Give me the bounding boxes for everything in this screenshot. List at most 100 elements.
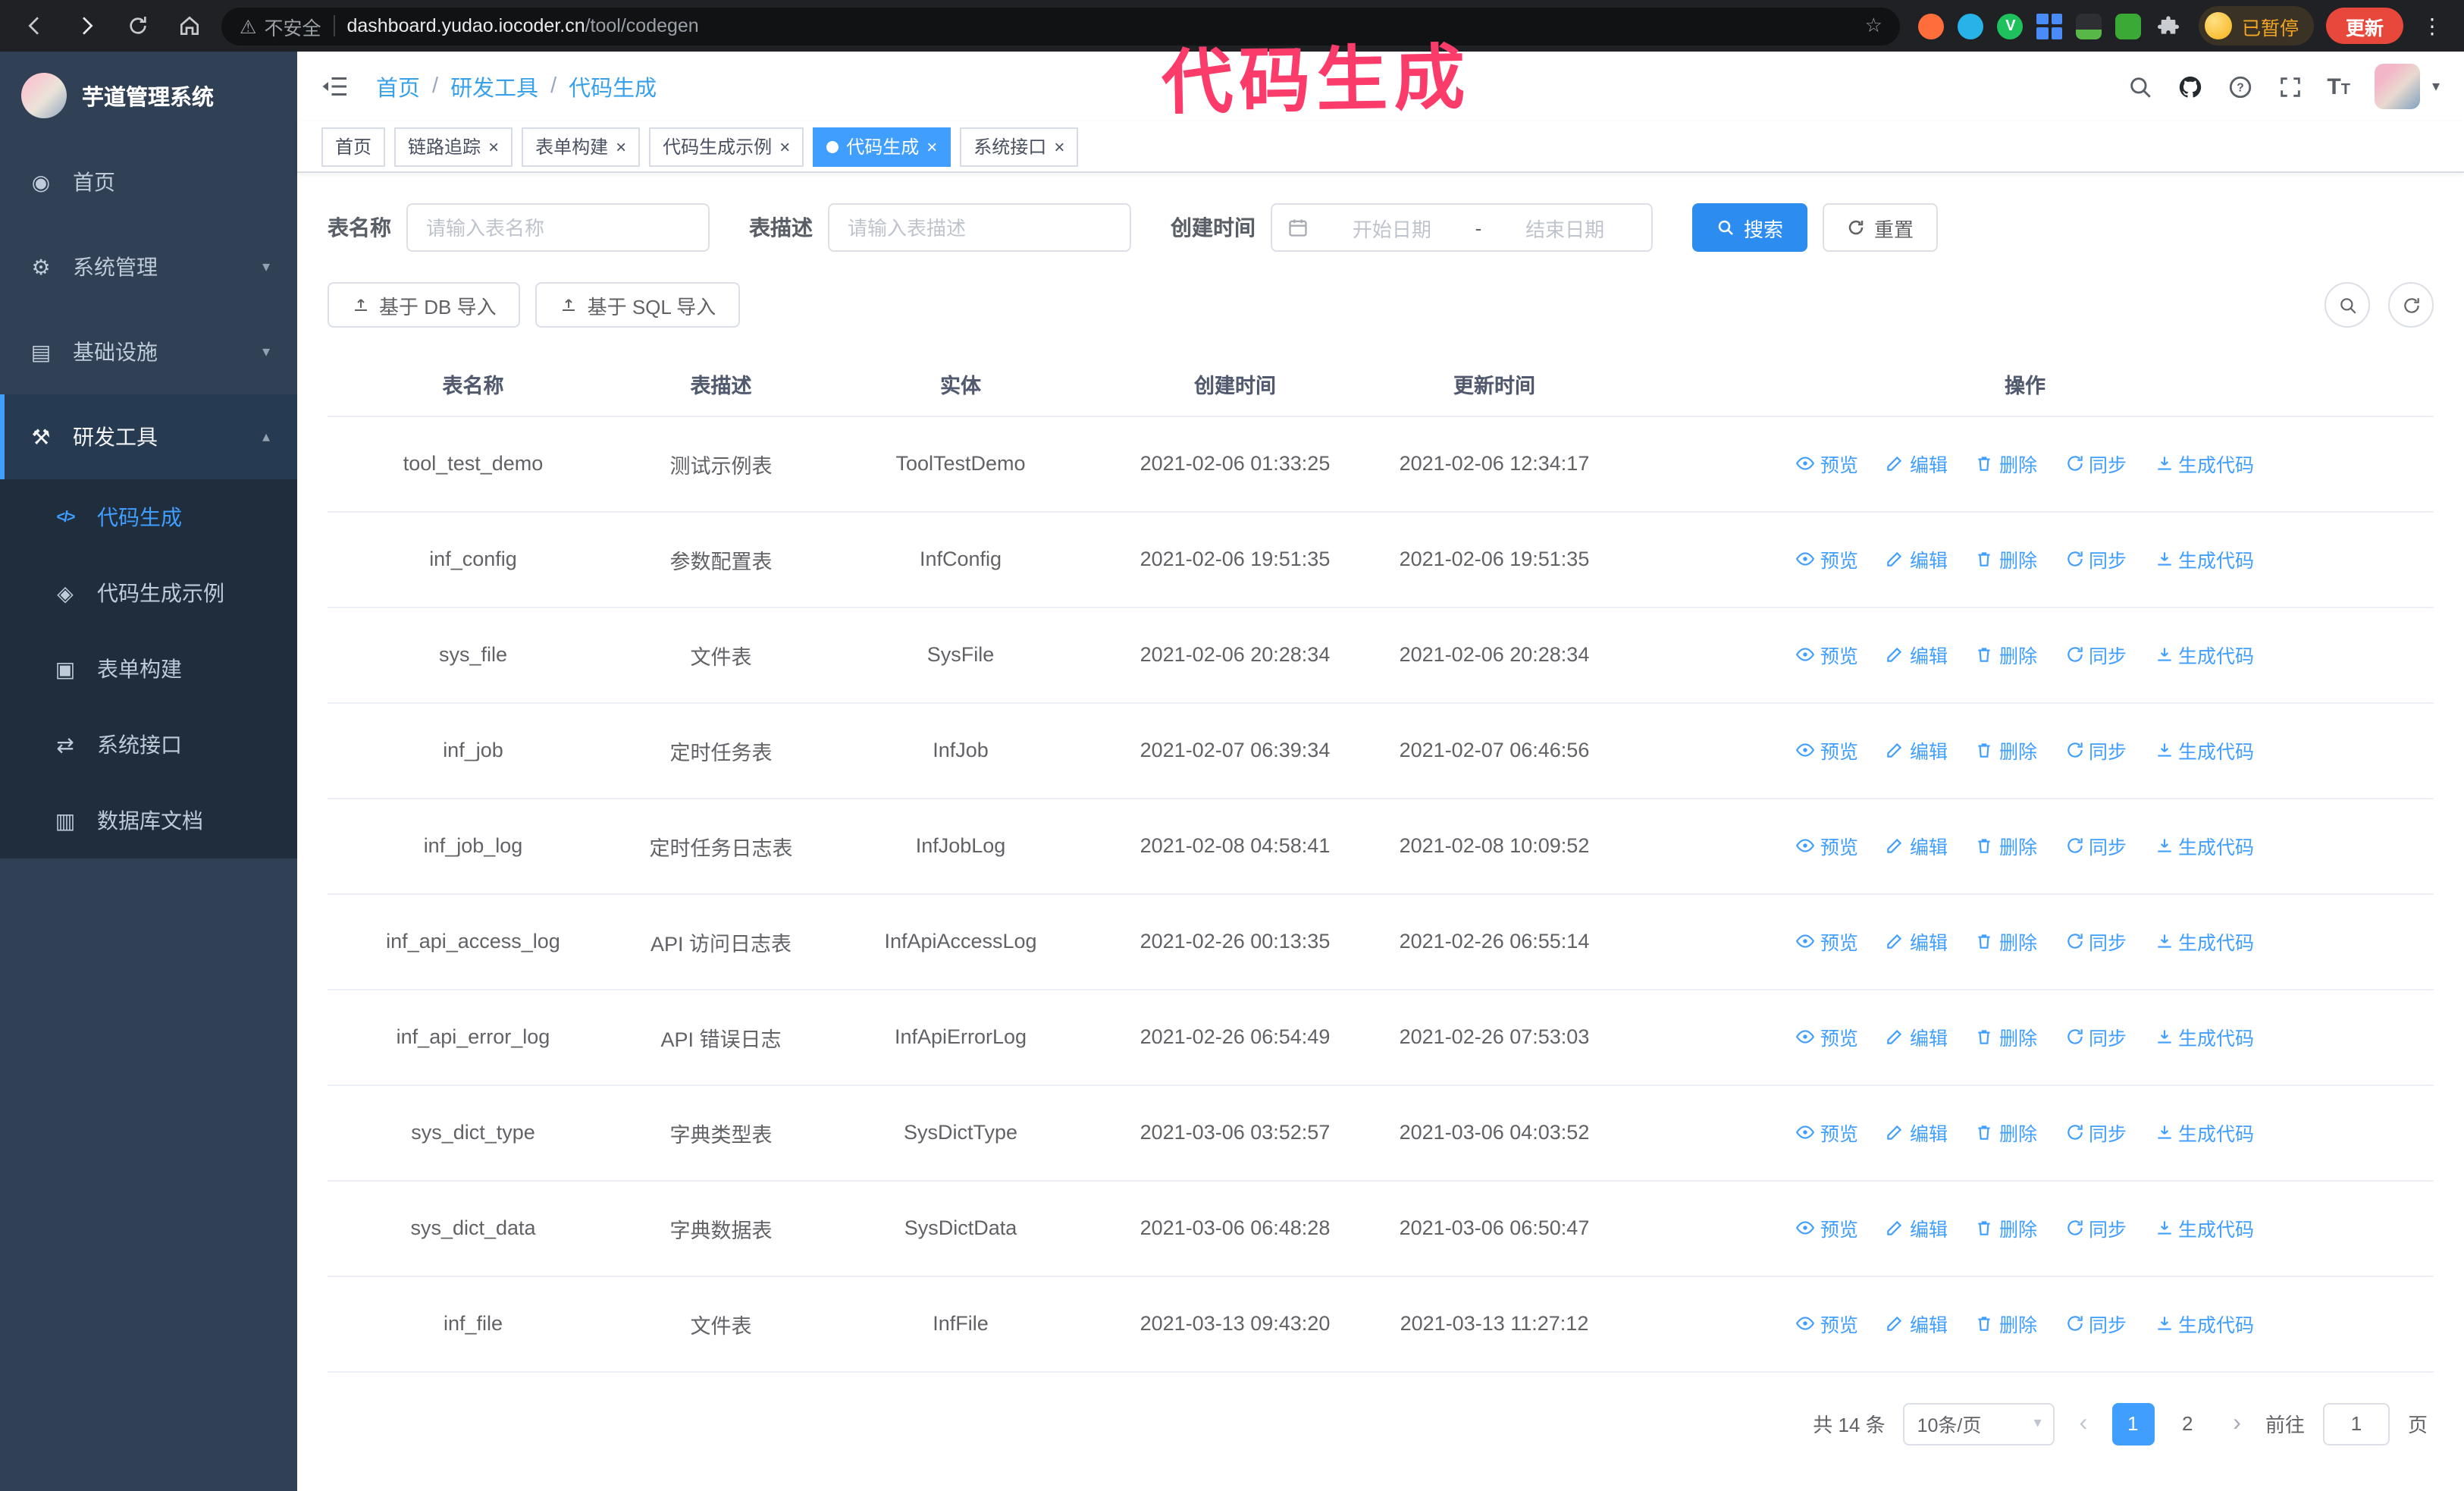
sidebar-item-infra[interactable]: ▤ 基础设施 ▾ [0,309,297,394]
browser-reload-icon[interactable] [118,6,158,46]
date-range-picker[interactable]: 开始日期 - 结束日期 [1271,203,1653,252]
orange-extension-icon[interactable] [1918,13,1945,39]
row-action-edit[interactable]: 编辑 [1886,1309,1948,1338]
row-action-generate[interactable]: 生成代码 [2154,1022,2254,1051]
help-icon[interactable]: ? [2227,74,2252,99]
row-action-generate[interactable]: 生成代码 [2154,736,2254,764]
sidebar-item-codegen[interactable]: </> 代码生成 [0,479,297,555]
sidebar-item-codegen-example[interactable]: ◈ 代码生成示例 [0,555,297,631]
refresh-table-button[interactable] [2388,282,2434,328]
row-action-preview[interactable]: 预览 [1796,1022,1858,1051]
close-tab-icon[interactable]: × [926,137,937,155]
search-icon[interactable] [2127,74,2152,99]
row-action-generate[interactable]: 生成代码 [2154,927,2254,956]
row-action-edit[interactable]: 编辑 [1886,831,1948,860]
browser-menu-icon[interactable]: ⋮ [2415,13,2449,39]
row-action-edit[interactable]: 编辑 [1886,927,1948,956]
row-action-preview[interactable]: 预览 [1796,831,1858,860]
date-start-placeholder[interactable]: 开始日期 [1321,213,1463,242]
browser-back-icon[interactable] [15,6,55,46]
blue-extension-icon[interactable] [1958,13,1984,39]
download-manager-extension-icon[interactable] [2076,13,2102,39]
row-action-generate[interactable]: 生成代码 [2154,1118,2254,1147]
close-tab-icon[interactable]: × [616,137,626,155]
import-sql-button[interactable]: 基于 SQL 导入 [535,282,741,328]
tab-form-builder[interactable]: 表单构建 × [522,127,641,166]
close-tab-icon[interactable]: × [1054,137,1064,155]
search-button[interactable]: 搜索 [1692,203,1808,252]
row-action-delete[interactable]: 删除 [1975,1309,2037,1338]
row-action-edit[interactable]: 编辑 [1886,545,1948,573]
row-action-preview[interactable]: 预览 [1796,545,1858,573]
page-button-1[interactable]: 1 [2111,1402,2155,1445]
row-action-sync[interactable]: 同步 [2064,1118,2127,1147]
next-page-button[interactable]: › [2227,1410,2247,1437]
security-warning[interactable]: ⚠ 不安全 [240,11,321,40]
row-action-edit[interactable]: 编辑 [1886,449,1948,478]
row-action-generate[interactable]: 生成代码 [2154,449,2254,478]
avatar[interactable] [2374,64,2420,109]
sidebar-item-devtools[interactable]: ⚒ 研发工具 ▴ [0,394,297,479]
row-action-generate[interactable]: 生成代码 [2154,545,2254,573]
import-db-button[interactable]: 基于 DB 导入 [328,282,521,328]
row-action-generate[interactable]: 生成代码 [2154,1309,2254,1338]
row-action-sync[interactable]: 同步 [2064,1213,2127,1242]
row-action-edit[interactable]: 编辑 [1886,1118,1948,1147]
row-action-preview[interactable]: 预览 [1796,736,1858,764]
fullscreen-icon[interactable] [2277,74,2303,99]
reset-button[interactable]: 重置 [1823,203,1939,252]
browser-forward-icon[interactable] [67,6,106,46]
row-action-delete[interactable]: 删除 [1975,449,2037,478]
font-size-icon[interactable]: TT [2327,74,2350,99]
sidebar-item-home[interactable]: ◉ 首页 [0,140,297,224]
row-action-sync[interactable]: 同步 [2064,927,2127,956]
github-icon[interactable] [2177,74,2202,99]
page-size-select[interactable]: 10条/页 ▾ [1903,1402,2055,1445]
table-name-input[interactable] [406,203,710,252]
row-action-preview[interactable]: 预览 [1796,1309,1858,1338]
row-action-sync[interactable]: 同步 [2064,736,2127,764]
page-button-2[interactable]: 2 [2166,1402,2209,1445]
row-action-sync[interactable]: 同步 [2064,449,2127,478]
tab-tracer[interactable]: 链路追踪 × [394,127,513,166]
row-action-preview[interactable]: 预览 [1796,927,1858,956]
sidebar-item-form-builder[interactable]: ▣ 表单构建 [0,631,297,707]
sidebar-item-db-doc[interactable]: ▥ 数据库文档 [0,783,297,859]
row-action-delete[interactable]: 删除 [1975,545,2037,573]
browser-home-icon[interactable] [170,6,209,46]
table-desc-input[interactable] [828,203,1131,252]
close-tab-icon[interactable]: × [488,137,499,155]
row-action-delete[interactable]: 删除 [1975,1118,2037,1147]
row-action-delete[interactable]: 删除 [1975,1022,2037,1051]
logo-bar[interactable]: 芋道管理系统 [0,52,297,140]
tab-home[interactable]: 首页 [321,127,386,166]
row-action-preview[interactable]: 预览 [1796,1118,1858,1147]
tab-system-api[interactable]: 系统接口 × [960,127,1079,166]
row-action-sync[interactable]: 同步 [2064,831,2127,860]
row-action-edit[interactable]: 编辑 [1886,1213,1948,1242]
row-action-delete[interactable]: 删除 [1975,831,2037,860]
profile-paused-chip[interactable]: 已暂停 [2199,6,2314,46]
row-action-edit[interactable]: 编辑 [1886,1022,1948,1051]
green-extension-icon[interactable] [2115,13,2142,39]
puzzle-icon[interactable] [2155,13,2181,39]
close-tab-icon[interactable]: × [779,137,790,155]
grid-extension-icon[interactable] [2036,13,2063,39]
hide-search-button[interactable] [2324,282,2370,328]
row-action-sync[interactable]: 同步 [2064,640,2127,669]
row-action-sync[interactable]: 同步 [2064,1022,2127,1051]
row-action-edit[interactable]: 编辑 [1886,736,1948,764]
row-action-generate[interactable]: 生成代码 [2154,640,2254,669]
chevron-down-icon[interactable]: ▾ [2432,78,2440,95]
row-action-sync[interactable]: 同步 [2064,545,2127,573]
breadcrumb-home[interactable]: 首页 [376,71,420,102]
row-action-generate[interactable]: 生成代码 [2154,831,2254,860]
green-check-extension-icon[interactable]: V [1997,13,2024,39]
tab-codegen[interactable]: 代码生成 × [813,127,951,166]
sidebar-item-system[interactable]: ⚙ 系统管理 ▾ [0,224,297,309]
goto-page-input[interactable] [2322,1402,2390,1445]
row-action-delete[interactable]: 删除 [1975,927,2037,956]
row-action-delete[interactable]: 删除 [1975,640,2037,669]
chrome-update-button[interactable]: 更新 [2325,8,2403,44]
address-bar[interactable]: ⚠ 不安全 dashboard.yudao.iocoder.cn/tool/co… [221,7,1901,45]
